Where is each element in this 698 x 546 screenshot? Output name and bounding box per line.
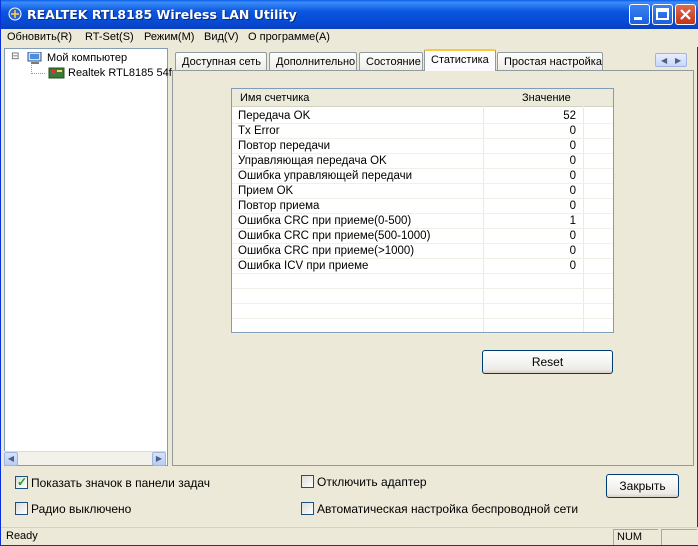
tab-scroll-arrows[interactable]: ◀ ▶: [655, 53, 687, 67]
table-row[interactable]: Ошибка CRC при приеме(500-1000) 0: [232, 229, 613, 244]
close-icon: [680, 9, 691, 20]
menu-mode[interactable]: Режим(M): [144, 31, 194, 43]
counter-value: 0: [569, 140, 576, 152]
tab-strip: Доступная сеть Дополнительно Состояние С…: [173, 49, 693, 71]
table-row[interactable]: [232, 304, 613, 319]
col-header-value[interactable]: Значение: [522, 92, 571, 104]
auto-config-checkbox[interactable]: [301, 502, 314, 515]
table-row[interactable]: Повтор приема 0: [232, 199, 613, 214]
tab-status[interactable]: Состояние: [359, 52, 423, 71]
options-area: ✓ Показать значок в панели задач Радио в…: [1, 468, 698, 526]
table-row[interactable]: [232, 289, 613, 304]
counter-value: 52: [563, 110, 576, 122]
disable-adapter-label[interactable]: Отключить адаптер: [317, 475, 427, 489]
table-row[interactable]: Ошибка CRC при приеме(>1000) 0: [232, 244, 613, 259]
tab-left-arrow-icon[interactable]: ◀: [661, 56, 667, 65]
table-row[interactable]: Управляющая передача OK 0: [232, 154, 613, 169]
statistics-list[interactable]: Имя счетчика Значение Передача OK 52 Tx Er…: [231, 88, 614, 334]
reset-button[interactable]: Reset: [482, 350, 613, 374]
radio-off-checkbox[interactable]: [15, 502, 28, 515]
checkmark-icon: ✓: [17, 475, 28, 489]
minimize-button[interactable]: [629, 4, 650, 25]
window-title: REALTEK RTL8185 Wireless LAN Utility: [27, 7, 297, 22]
table-row[interactable]: Прием OK 0: [232, 184, 613, 199]
menu-about[interactable]: О программе(A): [248, 31, 330, 43]
counter-name: Повтор приема: [238, 200, 320, 212]
table-row[interactable]: Ошибка CRC при приеме(0-500) 1: [232, 214, 613, 229]
table-row[interactable]: [232, 274, 613, 289]
counter-name: Прием OK: [238, 185, 294, 197]
tree-item-adapter[interactable]: Realtek RTL8185 54f: [68, 67, 172, 79]
counter-name: Ошибка CRC при приеме(500-1000): [238, 230, 431, 242]
num-lock-indicator: NUM: [613, 529, 658, 545]
counter-value: 0: [569, 245, 576, 257]
table-row[interactable]: Tx Error 0: [232, 124, 613, 139]
table-row[interactable]: Ошибка управляющей передачи 0: [232, 169, 613, 184]
tree-item-my-computer[interactable]: Мой компьютер: [47, 52, 127, 64]
tab-statistics[interactable]: Статистика: [424, 49, 496, 71]
show-tray-icon-checkbox[interactable]: ✓: [15, 475, 28, 489]
menu-rt-set[interactable]: RT-Set(S): [85, 31, 134, 43]
scroll-right-icon[interactable]: ▶: [152, 452, 166, 466]
scroll-left-icon[interactable]: ◀: [4, 452, 18, 466]
status-text: Ready: [6, 530, 38, 542]
maximize-icon: [656, 8, 669, 20]
network-card-icon: [48, 67, 65, 79]
network-adapter-icon: [8, 7, 22, 21]
counter-name: Передача OK: [238, 110, 311, 122]
tab-available-networks[interactable]: Доступная сеть: [175, 52, 267, 71]
tree-line: [31, 73, 45, 74]
counter-name: Tx Error: [238, 125, 280, 137]
counter-value: 0: [569, 260, 576, 272]
disable-adapter-checkbox[interactable]: [301, 475, 314, 488]
menu-refresh[interactable]: Обновить(R): [7, 31, 72, 43]
table-row[interactable]: Передача OK 52: [232, 109, 613, 124]
counter-value: 0: [569, 200, 576, 212]
counter-value: 0: [569, 170, 576, 182]
counter-name: Ошибка ICV при приеме: [238, 260, 369, 272]
menu-bar: Обновить(R) RT-Set(S) Режим(M) Вид(V) О …: [1, 29, 698, 47]
close-button[interactable]: Закрыть: [606, 474, 679, 498]
tree-collapse-toggle[interactable]: ⊟: [11, 51, 19, 62]
counter-value: 0: [569, 185, 576, 197]
auto-config-label[interactable]: Автоматическая настройка беспроводной се…: [317, 502, 578, 516]
status-bar: Ready NUM: [1, 527, 698, 545]
counter-name: Повтор передачи: [238, 140, 331, 152]
app-window: REALTEK RTL8185 Wireless LAN Utility Обн…: [0, 0, 698, 546]
menu-view[interactable]: Вид(V): [204, 31, 239, 43]
counter-value: 0: [569, 230, 576, 242]
table-row[interactable]: Ошибка ICV при приеме 0: [232, 259, 613, 274]
counter-name: Ошибка CRC при приеме(0-500): [238, 215, 412, 227]
counter-value: 0: [569, 125, 576, 137]
counter-name: Ошибка CRC при приеме(>1000): [238, 245, 415, 257]
table-row[interactable]: Повтор передачи 0: [232, 139, 613, 154]
tab-right-arrow-icon[interactable]: ▶: [675, 56, 681, 65]
table-row[interactable]: [232, 319, 613, 334]
close-window-button[interactable]: [675, 4, 696, 25]
device-tree[interactable]: ⊟ Мой компьютер Realtek RTL8185 54f: [4, 48, 172, 466]
counter-value: 0: [569, 155, 576, 167]
stats-header: Имя счетчика Значение: [232, 89, 613, 107]
tab-simple-config[interactable]: Простая настройка: [497, 52, 603, 71]
status-cell-empty: [661, 529, 697, 545]
tab-advanced[interactable]: Дополнительно: [269, 52, 357, 71]
radio-off-label[interactable]: Радио выключено: [31, 502, 131, 516]
show-tray-icon-label[interactable]: Показать значок в панели задач: [31, 476, 210, 490]
counter-value: 1: [569, 215, 576, 227]
tree-horizontal-scrollbar[interactable]: ◀ ▶: [4, 451, 166, 466]
counter-name: Ошибка управляющей передачи: [238, 170, 413, 182]
computer-icon: [27, 52, 42, 64]
minimize-icon: [634, 17, 642, 20]
col-header-name[interactable]: Имя счетчика: [240, 92, 309, 104]
counter-name: Управляющая передача OK: [238, 155, 387, 167]
title-bar[interactable]: REALTEK RTL8185 Wireless LAN Utility: [1, 0, 698, 29]
maximize-button[interactable]: [652, 4, 673, 25]
